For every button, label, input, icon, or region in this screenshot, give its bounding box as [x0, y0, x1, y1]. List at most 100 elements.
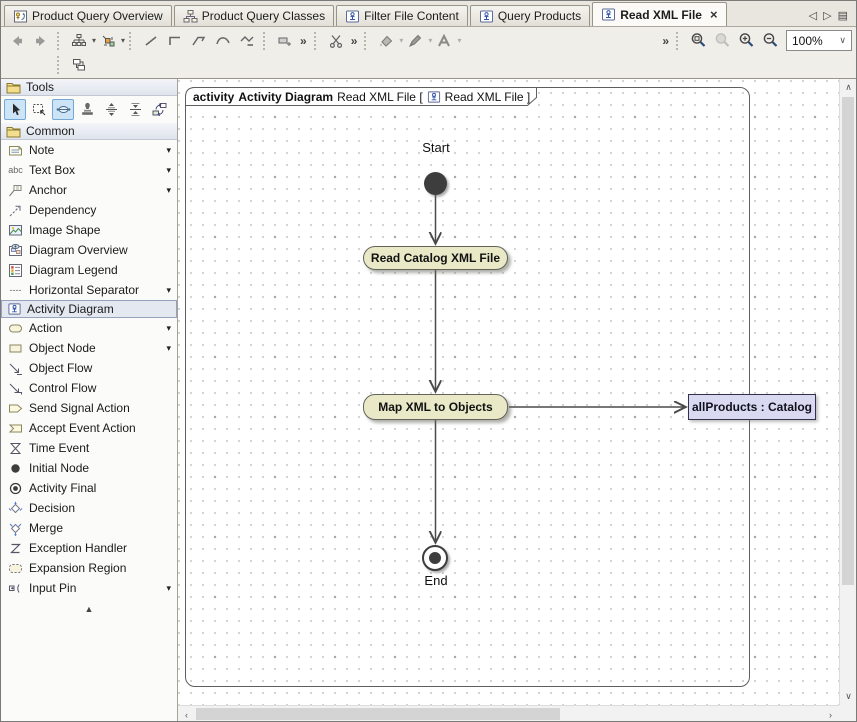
- sticky-mode-tool-button[interactable]: [76, 99, 98, 120]
- layout-button[interactable]: [273, 30, 297, 52]
- tab-scroll-left-button[interactable]: ◁: [809, 9, 817, 22]
- palette-item-send-signal-action[interactable]: Send Signal Action: [1, 398, 177, 418]
- zoom-in-button[interactable]: [734, 30, 758, 52]
- diagram-palette: Tools Common Note ▾ abc: [1, 79, 178, 722]
- diagram-canvas[interactable]: activity Activity Diagram Read XML File …: [178, 79, 839, 705]
- chevron-down-icon[interactable]: ▾: [166, 165, 171, 176]
- palette-item-decision[interactable]: Decision: [1, 498, 177, 518]
- chevron-down-icon[interactable]: ▾: [166, 323, 171, 334]
- palette-item-note[interactable]: Note ▾: [1, 140, 177, 160]
- close-tab-icon[interactable]: ×: [710, 10, 718, 20]
- path-rectilinear-button[interactable]: [163, 30, 187, 52]
- chevron-down-icon[interactable]: ▾: [121, 36, 125, 45]
- marquee-select-tool-button[interactable]: [28, 99, 50, 120]
- palette-item-anchor[interactable]: Anchor ▾: [1, 180, 177, 200]
- tab-product-query-overview[interactable]: Product Query Overview: [4, 5, 172, 26]
- chevron-down-icon[interactable]: ▾: [457, 36, 461, 45]
- palette-item-accept-event-action[interactable]: Accept Event Action: [1, 418, 177, 438]
- tab-product-query-classes[interactable]: Product Query Classes: [174, 5, 334, 26]
- note-icon: [8, 143, 23, 158]
- chevron-down-icon[interactable]: ▾: [166, 185, 171, 196]
- palette-item-dependency[interactable]: Dependency: [1, 200, 177, 220]
- palette-section-common[interactable]: Common: [1, 123, 177, 140]
- tab-query-products[interactable]: Query Products: [470, 5, 590, 26]
- palette-item-action[interactable]: Action ▾: [1, 318, 177, 338]
- line-color-button[interactable]: [403, 30, 427, 52]
- accept-event-action-icon: [8, 421, 23, 436]
- palette-section-activity-diagram[interactable]: Activity Diagram: [1, 300, 177, 318]
- swap-elements-tool-button[interactable]: [148, 99, 170, 120]
- tab-read-xml-file[interactable]: Read XML File ×: [592, 2, 726, 26]
- palette-item-time-event[interactable]: Time Event: [1, 438, 177, 458]
- tab-scroll-right-button[interactable]: ▷: [823, 9, 831, 22]
- vertical-scrollbar-thumb[interactable]: [842, 97, 854, 585]
- path-bezier-button[interactable]: [211, 30, 235, 52]
- forward-button[interactable]: [29, 30, 53, 52]
- tab-filter-file-content[interactable]: Filter File Content: [336, 5, 468, 26]
- chevron-down-icon[interactable]: ▾: [399, 36, 403, 45]
- tab-label: Filter File Content: [364, 9, 459, 23]
- scroll-right-icon[interactable]: ›: [822, 706, 839, 722]
- action-read-catalog-xml-file[interactable]: Read Catalog XML File: [363, 246, 508, 270]
- select-tool-button[interactable]: [4, 99, 26, 120]
- diagram-canvas-area: activity Activity Diagram Read XML File …: [178, 79, 856, 722]
- palette-item-diagram-overview[interactable]: Diagram Overview: [1, 240, 177, 260]
- palette-item-input-pin[interactable]: Input Pin ▾: [1, 578, 177, 598]
- pan-tool-button[interactable]: [52, 99, 74, 120]
- back-button[interactable]: [5, 30, 29, 52]
- toolbar-overflow-icon[interactable]: »: [348, 34, 361, 48]
- palette-item-activity-final[interactable]: Activity Final: [1, 478, 177, 498]
- action-map-xml-to-objects[interactable]: Map XML to Objects: [363, 394, 508, 420]
- remove-vertical-space-tool-button[interactable]: [124, 99, 146, 120]
- fill-color-button[interactable]: [374, 30, 398, 52]
- chevron-down-icon[interactable]: ▾: [428, 36, 432, 45]
- tools-button-row: [1, 96, 177, 123]
- scroll-up-icon[interactable]: ∧: [840, 79, 857, 96]
- toolbar-overflow-icon[interactable]: »: [297, 34, 310, 48]
- palette-item-control-flow[interactable]: Control Flow: [1, 378, 177, 398]
- remove-breakpoints-button[interactable]: [235, 30, 259, 52]
- zoom-level-select[interactable]: 100% ∨: [786, 30, 852, 51]
- object-flow-icon: [8, 361, 23, 376]
- palette-item-object-flow[interactable]: Object Flow: [1, 358, 177, 378]
- scroll-down-icon[interactable]: ∨: [840, 688, 857, 705]
- palette-scroll-up-button[interactable]: ▲: [1, 598, 177, 614]
- scroll-left-icon[interactable]: ‹: [178, 706, 195, 722]
- zoom-out-button[interactable]: [758, 30, 782, 52]
- folder-icon: [6, 81, 21, 94]
- toolbar-overflow-icon[interactable]: »: [659, 34, 672, 48]
- add-related-elements-button[interactable]: [96, 30, 120, 52]
- initial-node[interactable]: [424, 172, 447, 195]
- palette-item-diagram-legend[interactable]: Diagram Legend: [1, 260, 177, 280]
- activity-final-node[interactable]: [422, 545, 448, 571]
- palette-item-text-box[interactable]: abc Text Box ▾: [1, 160, 177, 180]
- palette-item-object-node[interactable]: Object Node ▾: [1, 338, 177, 358]
- toolbar-separator: [57, 32, 64, 50]
- horizontal-scrollbar[interactable]: ‹ ›: [178, 705, 839, 722]
- section-label: Common: [26, 124, 75, 138]
- object-node-allproducts-catalog[interactable]: allProducts : Catalog: [688, 394, 816, 420]
- palette-item-expansion-region[interactable]: Expansion Region: [1, 558, 177, 578]
- palette-item-merge[interactable]: Merge: [1, 518, 177, 538]
- zoom-fit-button[interactable]: [710, 30, 734, 52]
- cut-button[interactable]: [324, 30, 348, 52]
- chevron-down-icon[interactable]: ▾: [166, 343, 171, 354]
- chevron-down-icon[interactable]: ▾: [166, 285, 171, 296]
- zoom-region-button[interactable]: [686, 30, 710, 52]
- path-oblique-button[interactable]: [187, 30, 211, 52]
- vertical-scrollbar[interactable]: ∧ ∨: [839, 79, 856, 705]
- path-straight-button[interactable]: [139, 30, 163, 52]
- palette-section-tools[interactable]: Tools: [1, 79, 177, 96]
- tab-list-button[interactable]: ▤: [838, 9, 848, 22]
- palette-item-exception-handler[interactable]: Exception Handler: [1, 538, 177, 558]
- containment-tree-button[interactable]: [67, 30, 91, 52]
- insert-vertical-space-tool-button[interactable]: [100, 99, 122, 120]
- chevron-down-icon[interactable]: ▾: [166, 583, 171, 594]
- horizontal-scrollbar-thumb[interactable]: [196, 708, 560, 720]
- related-elements-button[interactable]: [67, 54, 91, 76]
- palette-item-image-shape[interactable]: Image Shape: [1, 220, 177, 240]
- palette-item-initial-node[interactable]: Initial Node: [1, 458, 177, 478]
- palette-item-horizontal-separator[interactable]: ---- Horizontal Separator ▾: [1, 280, 177, 300]
- chevron-down-icon[interactable]: ▾: [166, 145, 171, 156]
- font-button[interactable]: [432, 30, 456, 52]
